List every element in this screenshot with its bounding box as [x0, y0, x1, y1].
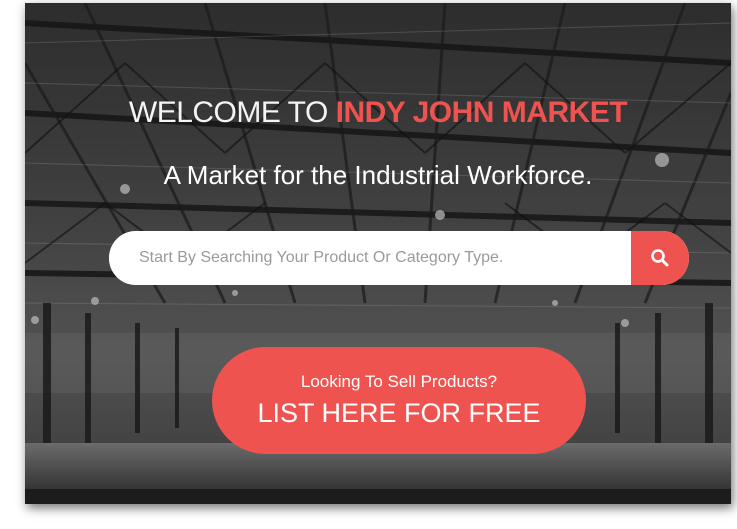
- hero-tagline: A Market for the Industrial Workforce.: [163, 160, 593, 190]
- hero-section: WELCOME TO INDY JOHN MARKET A Market for…: [25, 3, 731, 504]
- hero-headline: WELCOME TO INDY JOHN MARKET: [25, 96, 731, 130]
- list-here-for-free-button[interactable]: Looking To Sell Products? LIST HERE FOR …: [212, 347, 586, 454]
- headline-prefix: WELCOME TO: [128, 96, 336, 129]
- hero-content: WELCOME TO INDY JOHN MARKET A Market for…: [25, 3, 731, 504]
- cta-subtitle: Looking To Sell Products?: [300, 372, 498, 391]
- search-icon: [651, 249, 669, 267]
- cta-label: LIST HERE FOR FREE: [257, 398, 541, 428]
- search-bar: [109, 231, 689, 285]
- search-input[interactable]: [109, 231, 631, 285]
- search-button[interactable]: [631, 231, 689, 285]
- brand-name: INDY JOHN MARKET: [335, 96, 628, 129]
